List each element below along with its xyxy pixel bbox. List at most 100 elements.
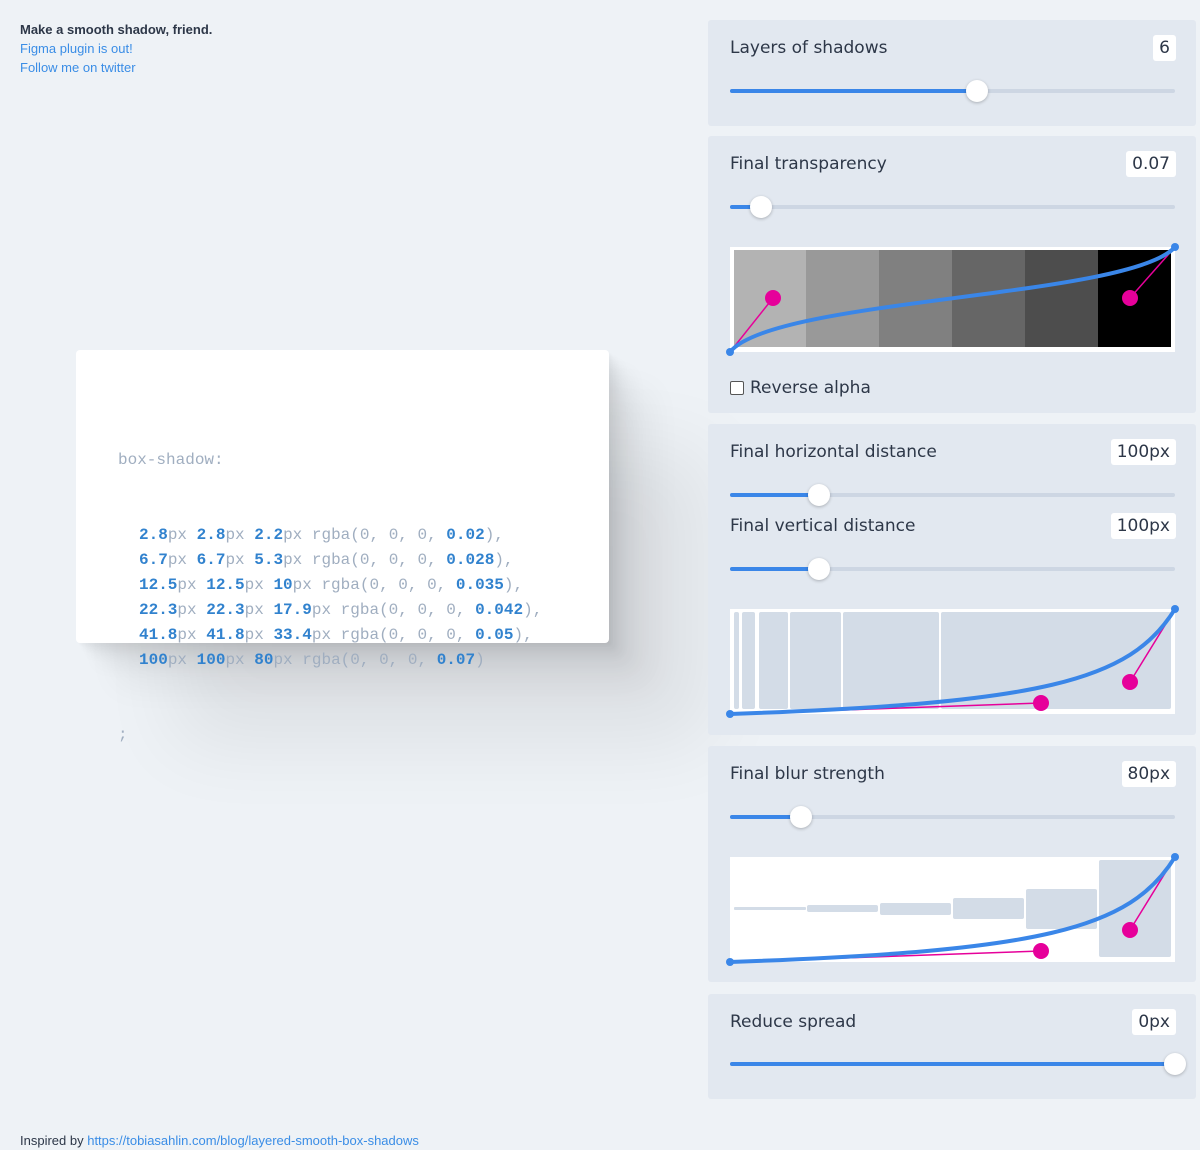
vertical-slider[interactable]: [730, 557, 1175, 581]
slider-thumb[interactable]: [790, 806, 813, 828]
code-unit: px: [311, 601, 332, 619]
slider-thumb[interactable]: [750, 196, 773, 218]
code-unit: px: [273, 651, 293, 669]
code-unit: px: [244, 626, 264, 644]
alpha-swatch-2: [806, 250, 879, 347]
bezier-handle-1[interactable]: [765, 290, 781, 306]
bezier-handle-2[interactable]: [1122, 922, 1138, 938]
blur-bar-1: [734, 907, 806, 910]
transparency-curve-editor[interactable]: [726, 243, 1179, 356]
blur-bar-4: [953, 898, 1024, 919]
figma-plugin-link[interactable]: Figma plugin is out!: [20, 41, 133, 56]
slider-thumb[interactable]: [808, 558, 830, 580]
code-number: 100: [139, 651, 168, 669]
vertical-value[interactable]: 100px: [1110, 513, 1176, 539]
distance-panel: Final horizontal distance 100px Final ve…: [708, 424, 1196, 735]
code-number: 22.3: [206, 601, 245, 619]
code-unit: px: [225, 551, 245, 569]
distance-curve-svg[interactable]: [724, 603, 1181, 720]
layers-slider[interactable]: [730, 79, 1175, 103]
code-function: ),: [494, 551, 514, 569]
horizontal-value[interactable]: 100px: [1110, 439, 1176, 465]
code-number: 2.8: [139, 526, 168, 544]
curve-end-point: [1171, 243, 1179, 251]
code-number: 12.5: [139, 576, 178, 594]
slider-thumb[interactable]: [808, 484, 830, 506]
transparency-panel: Final transparency 0.07 Reverse alpha: [708, 136, 1196, 413]
code-unit: px: [311, 626, 332, 644]
slider-fill: [730, 89, 977, 93]
slider-fill: [730, 567, 819, 571]
curve-start-point: [726, 958, 734, 966]
slider-thumb[interactable]: [965, 80, 988, 102]
blur-curve-editor[interactable]: [726, 853, 1179, 966]
code-function: rgba(0, 0, 0,: [302, 651, 437, 669]
code-unit: px: [177, 576, 197, 594]
slider-thumb[interactable]: [1164, 1053, 1186, 1075]
code-function: ),: [484, 526, 504, 544]
spread-label: Reduce spread: [730, 1012, 857, 1032]
slider-fill: [730, 1062, 1175, 1066]
code-function: ),: [503, 576, 524, 594]
reverse-alpha-checkbox[interactable]: [730, 381, 744, 395]
distance-curve-editor[interactable]: [726, 605, 1179, 718]
transparency-value[interactable]: 0.07: [1126, 151, 1176, 177]
code-number: 0.028: [446, 551, 495, 569]
slider-fill: [730, 493, 819, 497]
distance-bar-5: [843, 612, 939, 709]
bezier-handle-1[interactable]: [1033, 695, 1049, 711]
code-function: ): [475, 651, 485, 669]
code-card: box-shadow: 2.8px 2.8px 2.2px rgba(0, 0,…: [76, 350, 609, 744]
spread-slider[interactable]: [730, 1052, 1186, 1076]
code-unit: px: [244, 601, 264, 619]
twitter-link[interactable]: Follow me on twitter: [20, 60, 136, 75]
bezier-handle-1[interactable]: [1033, 943, 1049, 959]
spread-value[interactable]: 0px: [1132, 1009, 1176, 1035]
code-number: 41.8: [139, 626, 178, 644]
distance-bar-6: [941, 612, 1171, 709]
blur-slider[interactable]: [730, 805, 1175, 829]
css-output[interactable]: box-shadow: 2.8px 2.8px 2.2px rgba(0, 0,…: [118, 398, 542, 798]
code-number: 41.8: [206, 626, 245, 644]
reverse-alpha-row[interactable]: Reverse alpha: [730, 378, 871, 398]
curve-end-point: [1171, 605, 1179, 613]
blur-value[interactable]: 80px: [1121, 761, 1176, 787]
code-number: 2.8: [196, 526, 226, 544]
horizontal-slider[interactable]: [730, 483, 1175, 507]
bezier-handle-2[interactable]: [1122, 290, 1138, 306]
code-number: 22.3: [139, 601, 178, 619]
code-number: 2.2: [254, 526, 284, 544]
code-number: 6.7: [196, 551, 226, 569]
layers-label: Layers of shadows: [730, 38, 888, 58]
curve-start-point: [726, 710, 734, 718]
code-function: rgba(0, 0, 0,: [311, 551, 447, 569]
footer-prefix: Inspired by: [20, 1133, 84, 1148]
code-number: 33.4: [273, 626, 312, 644]
code-function: rgba(0, 0, 0,: [340, 626, 476, 644]
distance-bar-1: [734, 612, 739, 709]
code-number: 17.9: [273, 601, 312, 619]
code-terminator: ;: [118, 726, 128, 744]
layers-value[interactable]: 6: [1153, 35, 1176, 61]
code-shadow-layer: 100px 100px 80px rgba(0, 0, 0, 0.07): [118, 648, 542, 673]
distance-bar-3: [759, 612, 788, 709]
blur-curve-svg[interactable]: [724, 851, 1181, 968]
code-number: 0.035: [455, 576, 504, 594]
vertical-label: Final vertical distance: [730, 516, 916, 536]
inspiration-link[interactable]: https://tobiasahlin.com/blog/layered-smo…: [87, 1133, 419, 1148]
transparency-slider[interactable]: [730, 195, 1175, 219]
reverse-alpha-label: Reverse alpha: [750, 378, 871, 398]
code-number: 10: [273, 576, 293, 594]
code-function: rgba(0, 0, 0,: [340, 601, 476, 619]
code-unit: px: [283, 526, 303, 544]
code-unit: px: [177, 626, 197, 644]
code-unit: px: [167, 526, 188, 544]
code-number: 12.5: [206, 576, 245, 594]
layers-panel: Layers of shadows 6: [708, 20, 1196, 126]
tagline: Make a smooth shadow, friend.: [20, 22, 213, 37]
code-number: 6.7: [139, 551, 168, 569]
code-unit: px: [225, 526, 245, 544]
bezier-handle-2[interactable]: [1122, 674, 1138, 690]
code-function: ),: [523, 601, 543, 619]
transparency-curve-svg[interactable]: [724, 241, 1181, 358]
